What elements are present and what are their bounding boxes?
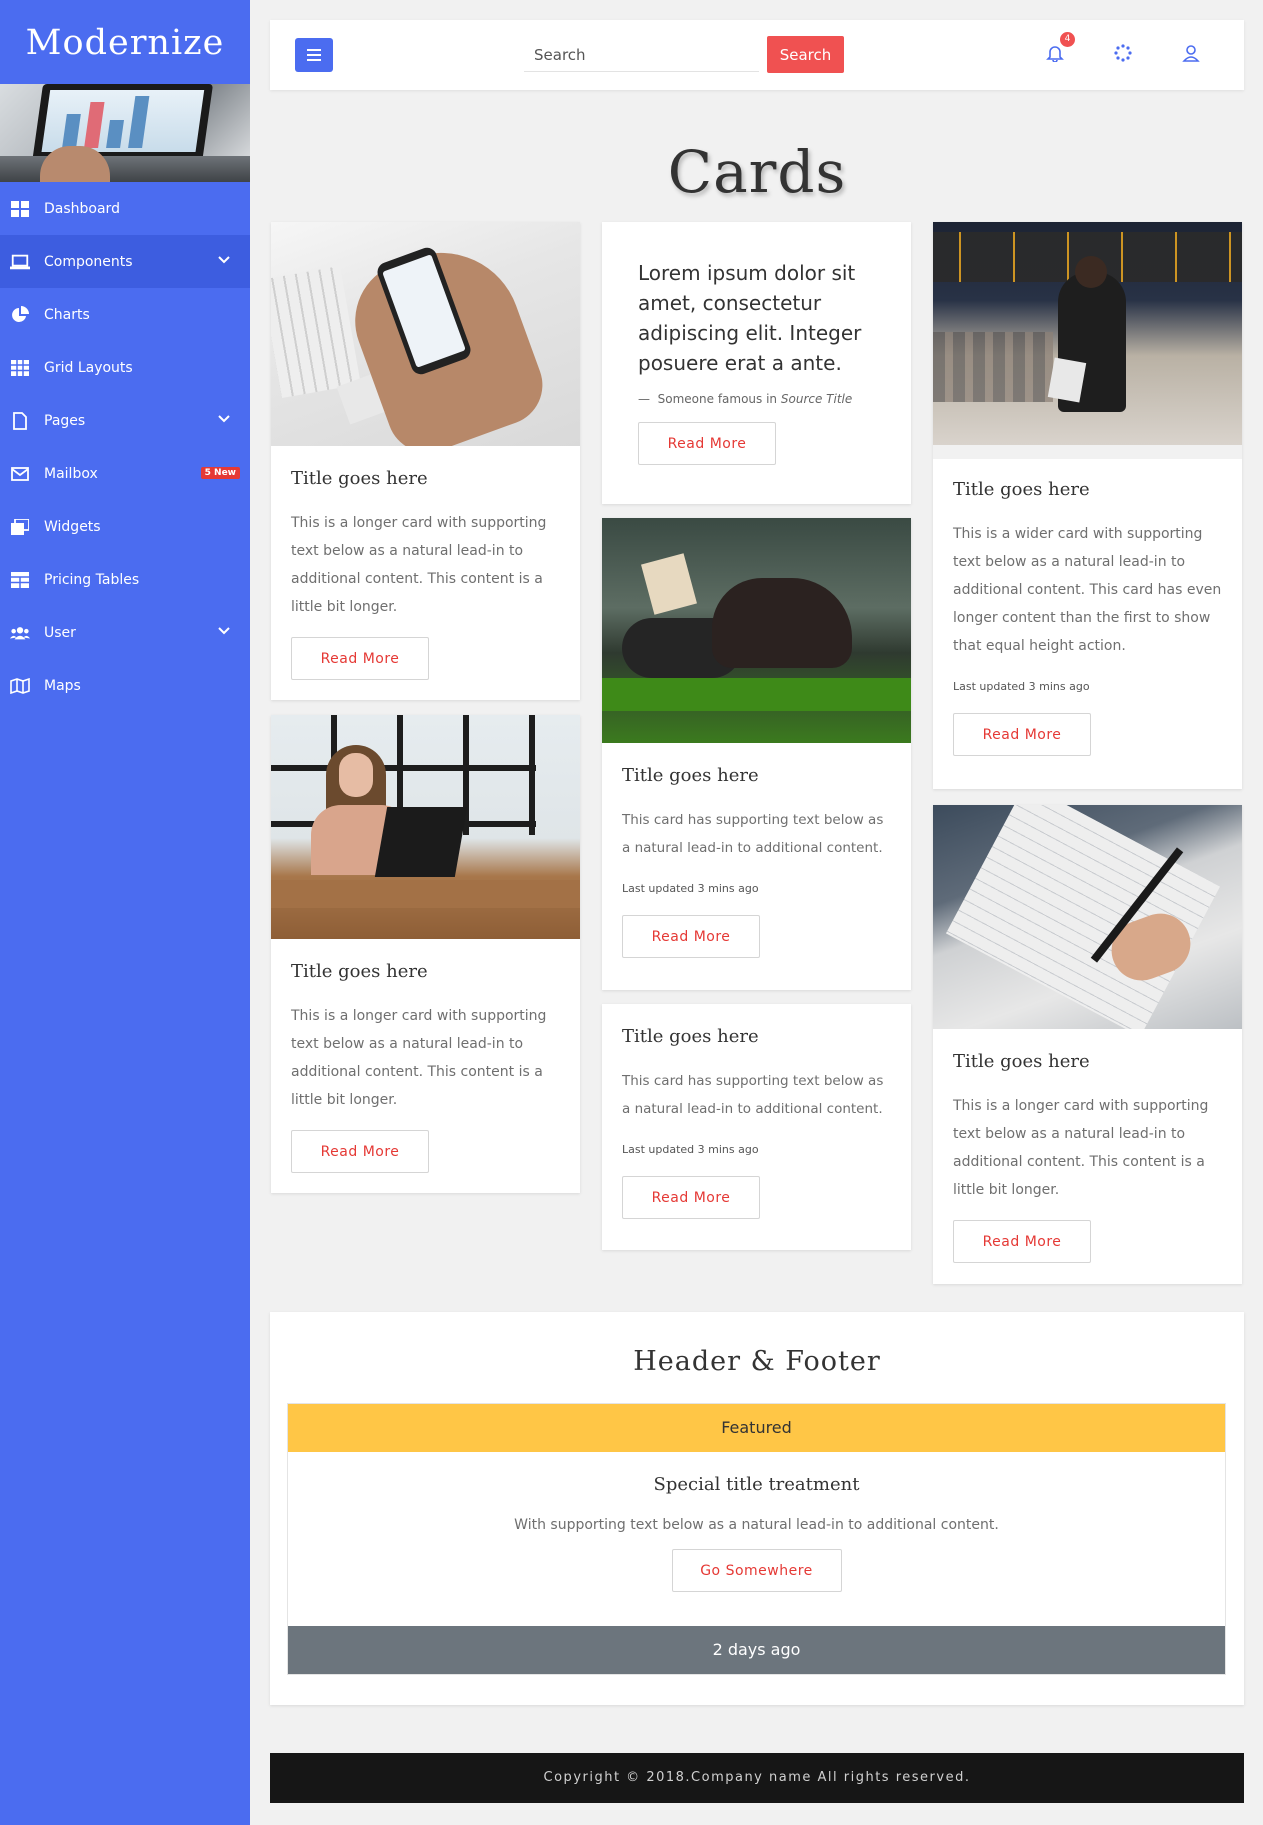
card-title: Title goes here [953,1051,1090,1072]
menu-toggle-button[interactable] [295,38,333,72]
users-icon [10,624,30,642]
search-input[interactable] [524,38,759,72]
sidebar-item-maps[interactable]: Maps [0,659,250,712]
card-2-quote: Lorem ipsum dolor sit amet, consectetur … [602,222,911,504]
laptop-icon [10,253,30,271]
sidebar-item-label: Widgets [44,518,101,535]
card-text: This is a longer card with supporting te… [953,1098,1209,1198]
hamburger-icon [307,46,321,65]
header-footer-section: Header & Footer Featured Special title t… [270,1312,1244,1705]
brand-logo[interactable]: Modernize [0,0,250,84]
card-text: With supporting text below as a natural … [514,1517,999,1533]
read-more-button[interactable]: Read More [622,915,760,958]
card-1: Title goes here This is a longer card wi… [271,222,580,700]
last-updated-text: Last updated 3 mins ago [622,1143,759,1156]
pricing-table-icon [10,571,30,589]
sidebar-item-widgets[interactable]: Widgets [0,500,250,553]
card-6: Title goes here This card has supporting… [602,1004,911,1250]
card-4: Title goes here This card has supporting… [602,518,911,990]
chevron-down-icon [218,412,230,426]
card-header: Featured [288,1404,1225,1452]
search-button[interactable]: Search [767,36,844,73]
card-text: This is a longer card with supporting te… [291,515,547,615]
pie-chart-icon [10,305,30,324]
card-title: Title goes here [622,1026,759,1047]
topbar: Search 4 [270,20,1244,90]
sidebar-item-label: Grid Layouts [44,359,133,376]
grid-icon [10,200,30,218]
featured-card: Featured Special title treatment With su… [287,1403,1226,1675]
sidebar-hero-image [0,84,250,182]
card-image-notebook [933,805,1242,1029]
card-text: This is a wider card with supporting tex… [953,526,1222,654]
sidebar-item-label: Charts [44,306,90,323]
last-updated-text: Last updated 3 mins ago [622,882,759,895]
sidebar-item-label: Mailbox [44,465,98,482]
sidebar-item-label: Pages [44,412,86,429]
section-title: Header & Footer [633,1346,881,1377]
read-more-button[interactable]: Read More [291,637,429,680]
sidebar-item-label: Components [44,253,133,270]
sidebar-item-label: Dashboard [44,200,120,217]
quote-source-title: Source Title [780,392,853,406]
card-text: This card has supporting text below as a… [622,1073,884,1117]
new-mail-badge: 5 New [200,467,240,479]
notification-badge: 4 [1060,32,1075,47]
special-title: Special title treatment [653,1474,860,1495]
envelope-icon [10,465,30,483]
sidebar-item-charts[interactable]: Charts [0,288,250,341]
read-more-button[interactable]: Read More [953,713,1091,756]
sidebar-item-pricing-tables[interactable]: Pricing Tables [0,553,250,606]
card-image-woman-laptop [271,715,580,939]
file-icon [10,411,30,430]
sidebar-item-label: User [44,624,76,641]
card-text: This card has supporting text below as a… [622,812,884,856]
sidebar-item-label: Pricing Tables [44,571,140,588]
windows-icon [10,518,30,536]
card-title: Title goes here [622,765,759,786]
last-updated-text: Last updated 3 mins ago [953,680,1090,693]
card-quote: Lorem ipsum dolor sit amet, consectetur … [638,261,862,375]
sidebar-item-pages[interactable]: Pages [0,394,250,447]
chevron-down-icon [218,624,230,638]
chevron-down-icon [218,253,230,267]
card-image-phone [271,222,580,446]
sidebar-item-user[interactable]: User [0,606,250,659]
sidebar-item-grid-layouts[interactable]: Grid Layouts [0,341,250,394]
card-title: Title goes here [291,961,428,982]
go-somewhere-button[interactable]: Go Somewhere [671,1549,842,1592]
card-7: Title goes here This is a longer card wi… [933,805,1242,1284]
card-title: Title goes here [953,479,1090,500]
card-text: This is a longer card with supporting te… [291,1008,547,1108]
sidebar-item-mailbox[interactable]: Mailbox 5 New [0,447,250,500]
bell-icon[interactable] [1046,44,1064,67]
sidebar-item-dashboard[interactable]: Dashboard [0,182,250,235]
card-image-train-station [933,222,1242,445]
read-more-button[interactable]: Read More [953,1220,1091,1263]
sidebar-item-label: Maps [44,677,81,694]
spinner-icon[interactable] [1114,44,1132,67]
quote-source: — Someone famous in Source Title [602,378,911,406]
quote-source-prefix: Someone famous in [657,392,778,406]
card-3: Title goes here This is a wider card wit… [933,222,1242,789]
sidebar: Modernize Dashboard Components Charts Gr… [0,0,250,1825]
card-footer: 2 days ago [288,1626,1225,1674]
page-title: Cards [667,138,847,206]
user-icon[interactable] [1182,44,1200,67]
card-image-picnic [602,518,911,743]
read-more-button[interactable]: Read More [622,1176,760,1219]
card-title: Title goes here [291,468,428,489]
em-dash: — [638,392,658,406]
table-icon [10,359,30,377]
sidebar-item-components[interactable]: Components [0,235,250,288]
read-more-button[interactable]: Read More [291,1130,429,1173]
page-footer: Copyright © 2018.Company name All rights… [270,1753,1244,1803]
card-5: Title goes here This is a longer card wi… [271,715,580,1193]
read-more-button[interactable]: Read More [638,422,776,465]
map-icon [10,677,30,695]
sidebar-nav: Dashboard Components Charts Grid Layouts [0,182,250,712]
